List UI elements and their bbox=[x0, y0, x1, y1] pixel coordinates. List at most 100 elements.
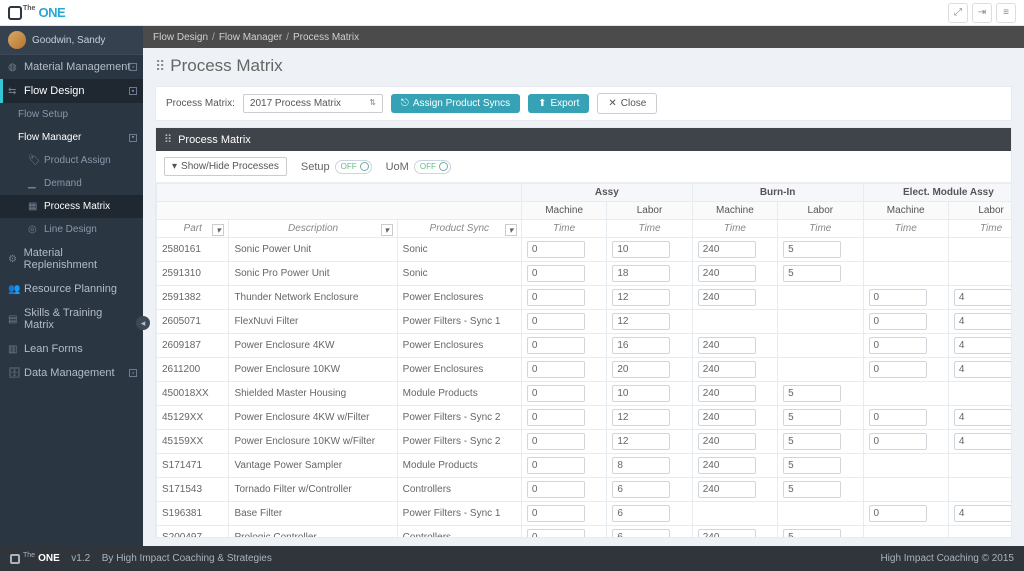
setup-toggle[interactable]: OFF bbox=[335, 160, 372, 174]
time-input[interactable] bbox=[527, 337, 585, 354]
time-input[interactable] bbox=[869, 289, 927, 306]
logout-button[interactable]: ⇥ bbox=[972, 3, 992, 23]
time-input[interactable] bbox=[612, 241, 670, 258]
cell-value bbox=[692, 502, 777, 526]
time-input[interactable] bbox=[698, 385, 756, 402]
time-input[interactable] bbox=[954, 337, 1011, 354]
time-input[interactable] bbox=[869, 409, 927, 426]
sidebar-collapse-toggle[interactable]: ◂ bbox=[136, 316, 150, 330]
time-input[interactable] bbox=[527, 265, 585, 282]
time-input[interactable] bbox=[527, 385, 585, 402]
settings-button[interactable]: ≡ bbox=[996, 3, 1016, 23]
subhead-labor: Labor bbox=[778, 202, 863, 220]
col-header-part[interactable]: Part ▾ bbox=[157, 220, 229, 238]
time-input[interactable] bbox=[954, 433, 1011, 450]
time-input[interactable] bbox=[612, 337, 670, 354]
time-input[interactable] bbox=[527, 529, 585, 537]
time-input[interactable] bbox=[698, 529, 756, 537]
time-input[interactable] bbox=[783, 529, 841, 537]
time-input[interactable] bbox=[612, 433, 670, 450]
uom-toggle[interactable]: OFF bbox=[414, 160, 451, 174]
matrix-select[interactable]: 2017 Process Matrix ⇅ bbox=[243, 94, 383, 113]
time-input[interactable] bbox=[612, 505, 670, 522]
time-input[interactable] bbox=[527, 409, 585, 426]
time-input[interactable] bbox=[698, 241, 756, 258]
time-input[interactable] bbox=[527, 505, 585, 522]
sidebar-item-process-matrix[interactable]: ▦ Process Matrix bbox=[0, 195, 143, 218]
sidebar-item-product-assign[interactable]: 🏷 Product Assign bbox=[0, 149, 143, 172]
sidebar-item-line-design[interactable]: ◎ Line Design bbox=[0, 218, 143, 241]
fullscreen-button[interactable]: ⤢ bbox=[948, 3, 968, 23]
cell-description: Sonic Power Unit bbox=[229, 238, 397, 262]
time-input[interactable] bbox=[527, 361, 585, 378]
sidebar-item-demand[interactable]: ▁ Demand bbox=[0, 172, 143, 195]
sidebar-item-lean-forms[interactable]: ▥ Lean Forms bbox=[0, 337, 143, 361]
time-input[interactable] bbox=[954, 313, 1011, 330]
sidebar-item-skills-training[interactable]: ▤ Skills & Training Matrix bbox=[0, 301, 143, 337]
time-input[interactable] bbox=[954, 361, 1011, 378]
time-input[interactable] bbox=[954, 505, 1011, 522]
time-input[interactable] bbox=[698, 361, 756, 378]
time-input[interactable] bbox=[698, 409, 756, 426]
time-input[interactable] bbox=[783, 481, 841, 498]
time-input[interactable] bbox=[612, 457, 670, 474]
export-button[interactable]: ⬆ Export bbox=[528, 94, 589, 113]
breadcrumb-item[interactable]: Flow Manager bbox=[219, 32, 282, 43]
time-input[interactable] bbox=[527, 241, 585, 258]
assign-product-syncs-button[interactable]: ⎋ Assign Product Syncs bbox=[391, 94, 520, 113]
time-input[interactable] bbox=[698, 481, 756, 498]
time-input[interactable] bbox=[869, 505, 927, 522]
col-header-product-sync[interactable]: Product Sync ▾ bbox=[397, 220, 521, 238]
filter-icon[interactable]: ▾ bbox=[505, 224, 517, 236]
sidebar-item-data-management[interactable]: 🗄 Data Management ▫ bbox=[0, 361, 143, 385]
time-input[interactable] bbox=[869, 361, 927, 378]
close-button[interactable]: ✕ Close bbox=[597, 93, 657, 114]
time-input[interactable] bbox=[612, 289, 670, 306]
time-input[interactable] bbox=[869, 433, 927, 450]
time-input[interactable] bbox=[783, 265, 841, 282]
time-input[interactable] bbox=[612, 313, 670, 330]
cell-part: S200497 bbox=[157, 526, 229, 538]
time-input[interactable] bbox=[869, 313, 927, 330]
filter-icon[interactable]: ▾ bbox=[381, 224, 393, 236]
sidebar-item-material-management[interactable]: ◍ Material Management ▫ bbox=[0, 55, 143, 79]
time-input[interactable] bbox=[783, 433, 841, 450]
time-input[interactable] bbox=[612, 361, 670, 378]
time-input[interactable] bbox=[527, 313, 585, 330]
sidebar-item-flow-manager[interactable]: Flow Manager ▪ bbox=[0, 126, 143, 149]
time-input[interactable] bbox=[698, 433, 756, 450]
breadcrumb-item[interactable]: Flow Design bbox=[153, 32, 208, 43]
time-input[interactable] bbox=[698, 457, 756, 474]
sidebar-item-flow-setup[interactable]: Flow Setup bbox=[0, 103, 143, 126]
time-input[interactable] bbox=[783, 457, 841, 474]
time-input[interactable] bbox=[612, 265, 670, 282]
sidebar-item-flow-design[interactable]: ⇆ Flow Design ▪ bbox=[0, 79, 143, 103]
user-row[interactable]: Goodwin, Sandy bbox=[0, 26, 143, 55]
time-input[interactable] bbox=[612, 481, 670, 498]
time-input[interactable] bbox=[783, 385, 841, 402]
time-input[interactable] bbox=[612, 529, 670, 537]
time-input[interactable] bbox=[954, 289, 1011, 306]
sidebar-item-material-replenishment[interactable]: ⚙ Material Replenishment bbox=[0, 241, 143, 277]
time-input[interactable] bbox=[612, 409, 670, 426]
cell-description: Prologic Controller bbox=[229, 526, 397, 538]
time-input[interactable] bbox=[869, 337, 927, 354]
time-input[interactable] bbox=[783, 241, 841, 258]
col-header-description[interactable]: Description ▾ bbox=[229, 220, 397, 238]
share-icon: ⎋ bbox=[401, 98, 409, 109]
time-input[interactable] bbox=[698, 337, 756, 354]
time-input[interactable] bbox=[698, 265, 756, 282]
process-matrix-grid[interactable]: Assy Burn-In Elect. Module Assy External… bbox=[156, 183, 1011, 537]
time-input[interactable] bbox=[527, 457, 585, 474]
time-input[interactable] bbox=[527, 433, 585, 450]
time-input[interactable] bbox=[783, 409, 841, 426]
time-input[interactable] bbox=[698, 289, 756, 306]
time-input[interactable] bbox=[527, 289, 585, 306]
sidebar-item-resource-planning[interactable]: 👥 Resource Planning bbox=[0, 277, 143, 301]
filter-icon[interactable]: ▾ bbox=[212, 224, 224, 236]
show-hide-processes-button[interactable]: ▾ Show/Hide Processes bbox=[164, 157, 287, 176]
time-input[interactable] bbox=[527, 481, 585, 498]
brand-logo[interactable]: The ONE bbox=[8, 5, 65, 20]
time-input[interactable] bbox=[612, 385, 670, 402]
time-input[interactable] bbox=[954, 409, 1011, 426]
